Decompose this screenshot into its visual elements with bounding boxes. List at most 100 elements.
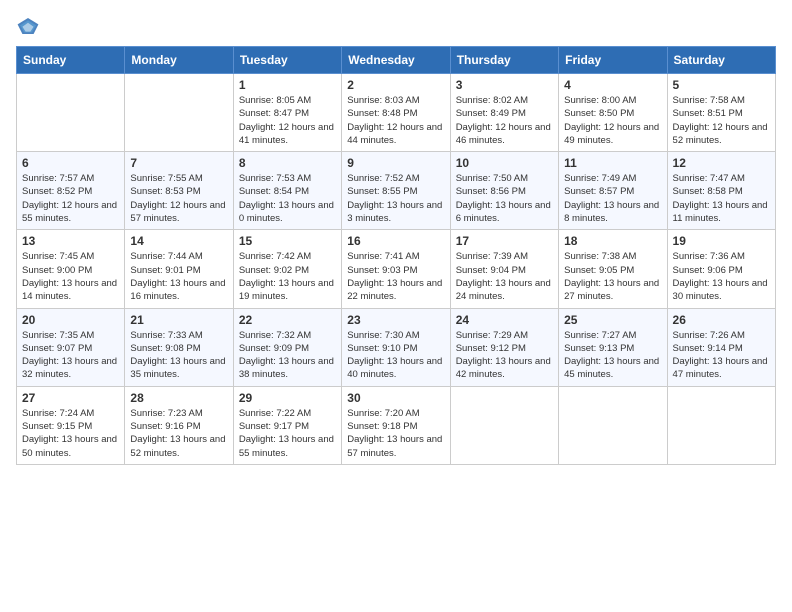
day-info: Sunrise: 8:05 AMSunset: 8:47 PMDaylight:…	[239, 94, 336, 147]
day-number: 26	[673, 313, 770, 327]
day-of-week-header: Wednesday	[342, 47, 450, 74]
calendar-week-row: 13 Sunrise: 7:45 AMSunset: 9:00 PMDayligh…	[17, 230, 776, 308]
calendar-day-cell	[559, 386, 667, 464]
calendar-day-cell: 20 Sunrise: 7:35 AMSunset: 9:07 PMDayligh…	[17, 308, 125, 386]
day-info: Sunrise: 7:52 AMSunset: 8:55 PMDaylight:…	[347, 172, 444, 225]
day-number: 2	[347, 78, 444, 92]
day-number: 3	[456, 78, 553, 92]
day-info: Sunrise: 7:39 AMSunset: 9:04 PMDaylight:…	[456, 250, 553, 303]
day-info: Sunrise: 7:35 AMSunset: 9:07 PMDaylight:…	[22, 329, 119, 382]
day-number: 15	[239, 234, 336, 248]
day-of-week-header: Sunday	[17, 47, 125, 74]
day-number: 1	[239, 78, 336, 92]
day-number: 10	[456, 156, 553, 170]
calendar-day-cell: 29Sunrise: 7:22 AMSunset: 9:17 PMDayligh…	[233, 386, 341, 464]
day-info: Sunrise: 7:23 AMSunset: 9:16 PMDaylight:…	[130, 407, 227, 460]
calendar-day-cell: 18Sunrise: 7:38 AMSunset: 9:05 PMDayligh…	[559, 230, 667, 308]
day-info: Sunrise: 7:27 AMSunset: 9:13 PMDaylight:…	[564, 329, 661, 382]
day-info: Sunrise: 7:50 AMSunset: 8:56 PMDaylight:…	[456, 172, 553, 225]
day-info: Sunrise: 7:29 AMSunset: 9:12 PMDaylight:…	[456, 329, 553, 382]
day-number: 5	[673, 78, 770, 92]
calendar-day-cell: 16 Sunrise: 7:41 AMSunset: 9:03 PMDayligh…	[342, 230, 450, 308]
calendar-day-cell: 8 Sunrise: 7:53 AMSunset: 8:54 PMDaylight…	[233, 152, 341, 230]
day-info: Sunrise: 8:03 AMSunset: 8:48 PMDaylight:…	[347, 94, 444, 147]
calendar-day-cell: 26 Sunrise: 7:26 AMSunset: 9:14 PMDayligh…	[667, 308, 775, 386]
day-number: 16	[347, 234, 444, 248]
day-number: 18	[564, 234, 661, 248]
day-of-week-header: Thursday	[450, 47, 558, 74]
calendar-day-cell: 7 Sunrise: 7:55 AMSunset: 8:53 PMDaylight…	[125, 152, 233, 230]
day-number: 7	[130, 156, 227, 170]
calendar-day-cell: 30 Sunrise: 7:20 AMSunset: 9:18 PMDayligh…	[342, 386, 450, 464]
day-info: Sunrise: 7:45 AMSunset: 9:00 PMDaylight:…	[22, 250, 119, 303]
day-info: Sunrise: 7:33 AMSunset: 9:08 PMDaylight:…	[130, 329, 227, 382]
calendar-week-row: 1 Sunrise: 8:05 AMSunset: 8:47 PMDaylight…	[17, 74, 776, 152]
day-info: Sunrise: 7:20 AMSunset: 9:18 PMDaylight:…	[347, 407, 444, 460]
calendar-week-row: 27 Sunrise: 7:24 AMSunset: 9:15 PMDayligh…	[17, 386, 776, 464]
calendar-day-cell: 12Sunrise: 7:47 AMSunset: 8:58 PMDayligh…	[667, 152, 775, 230]
calendar-day-cell: 25 Sunrise: 7:27 AMSunset: 9:13 PMDayligh…	[559, 308, 667, 386]
day-info: Sunrise: 7:41 AMSunset: 9:03 PMDaylight:…	[347, 250, 444, 303]
day-info: Sunrise: 7:24 AMSunset: 9:15 PMDaylight:…	[22, 407, 119, 460]
day-number: 8	[239, 156, 336, 170]
day-number: 11	[564, 156, 661, 170]
day-info: Sunrise: 8:00 AMSunset: 8:50 PMDaylight:…	[564, 94, 661, 147]
day-number: 29	[239, 391, 336, 405]
calendar-day-cell: 24 Sunrise: 7:29 AMSunset: 9:12 PMDayligh…	[450, 308, 558, 386]
day-number: 20	[22, 313, 119, 327]
logo-icon	[16, 16, 40, 36]
logo	[16, 16, 44, 36]
calendar-day-cell: 14Sunrise: 7:44 AMSunset: 9:01 PMDayligh…	[125, 230, 233, 308]
calendar-day-cell	[17, 74, 125, 152]
day-info: Sunrise: 7:32 AMSunset: 9:09 PMDaylight:…	[239, 329, 336, 382]
calendar-day-cell	[667, 386, 775, 464]
day-number: 24	[456, 313, 553, 327]
day-of-week-header: Saturday	[667, 47, 775, 74]
day-info: Sunrise: 7:57 AMSunset: 8:52 PMDaylight:…	[22, 172, 119, 225]
calendar-day-cell: 27 Sunrise: 7:24 AMSunset: 9:15 PMDayligh…	[17, 386, 125, 464]
day-number: 27	[22, 391, 119, 405]
day-number: 19	[673, 234, 770, 248]
day-number: 17	[456, 234, 553, 248]
calendar-day-cell: 3 Sunrise: 8:02 AMSunset: 8:49 PMDaylight…	[450, 74, 558, 152]
day-info: Sunrise: 7:49 AMSunset: 8:57 PMDaylight:…	[564, 172, 661, 225]
day-info: Sunrise: 7:42 AMSunset: 9:02 PMDaylight:…	[239, 250, 336, 303]
day-info: Sunrise: 7:30 AMSunset: 9:10 PMDaylight:…	[347, 329, 444, 382]
day-number: 25	[564, 313, 661, 327]
calendar-day-cell: 19 Sunrise: 7:36 AMSunset: 9:06 PMDayligh…	[667, 230, 775, 308]
day-info: Sunrise: 7:47 AMSunset: 8:58 PMDaylight:…	[673, 172, 770, 225]
page-header	[16, 16, 776, 36]
day-info: Sunrise: 8:02 AMSunset: 8:49 PMDaylight:…	[456, 94, 553, 147]
day-number: 30	[347, 391, 444, 405]
day-info: Sunrise: 7:36 AMSunset: 9:06 PMDaylight:…	[673, 250, 770, 303]
day-number: 14	[130, 234, 227, 248]
calendar-day-cell: 23 Sunrise: 7:30 AMSunset: 9:10 PMDayligh…	[342, 308, 450, 386]
calendar-day-cell: 2 Sunrise: 8:03 AMSunset: 8:48 PMDaylight…	[342, 74, 450, 152]
day-number: 6	[22, 156, 119, 170]
calendar-day-cell: 17 Sunrise: 7:39 AMSunset: 9:04 PMDayligh…	[450, 230, 558, 308]
calendar-day-cell: 22 Sunrise: 7:32 AMSunset: 9:09 PMDayligh…	[233, 308, 341, 386]
calendar-day-cell: 1 Sunrise: 8:05 AMSunset: 8:47 PMDaylight…	[233, 74, 341, 152]
calendar-day-cell: 6 Sunrise: 7:57 AMSunset: 8:52 PMDaylight…	[17, 152, 125, 230]
calendar-table: SundayMondayTuesdayWednesdayThursdayFrid…	[16, 46, 776, 465]
day-info: Sunrise: 7:53 AMSunset: 8:54 PMDaylight:…	[239, 172, 336, 225]
calendar-day-cell: 9Sunrise: 7:52 AMSunset: 8:55 PMDaylight…	[342, 152, 450, 230]
calendar-day-cell: 15 Sunrise: 7:42 AMSunset: 9:02 PMDayligh…	[233, 230, 341, 308]
day-of-week-header: Tuesday	[233, 47, 341, 74]
day-number: 13	[22, 234, 119, 248]
day-info: Sunrise: 7:55 AMSunset: 8:53 PMDaylight:…	[130, 172, 227, 225]
day-number: 22	[239, 313, 336, 327]
calendar-day-cell	[125, 74, 233, 152]
calendar-day-cell	[450, 386, 558, 464]
day-info: Sunrise: 7:26 AMSunset: 9:14 PMDaylight:…	[673, 329, 770, 382]
calendar-day-cell: 11 Sunrise: 7:49 AMSunset: 8:57 PMDayligh…	[559, 152, 667, 230]
calendar-day-cell: 21Sunrise: 7:33 AMSunset: 9:08 PMDayligh…	[125, 308, 233, 386]
day-number: 4	[564, 78, 661, 92]
day-number: 28	[130, 391, 227, 405]
calendar-week-row: 6 Sunrise: 7:57 AMSunset: 8:52 PMDaylight…	[17, 152, 776, 230]
calendar-week-row: 20 Sunrise: 7:35 AMSunset: 9:07 PMDayligh…	[17, 308, 776, 386]
calendar-day-cell: 5Sunrise: 7:58 AMSunset: 8:51 PMDaylight…	[667, 74, 775, 152]
calendar-header-row: SundayMondayTuesdayWednesdayThursdayFrid…	[17, 47, 776, 74]
day-number: 23	[347, 313, 444, 327]
calendar-day-cell: 28 Sunrise: 7:23 AMSunset: 9:16 PMDayligh…	[125, 386, 233, 464]
